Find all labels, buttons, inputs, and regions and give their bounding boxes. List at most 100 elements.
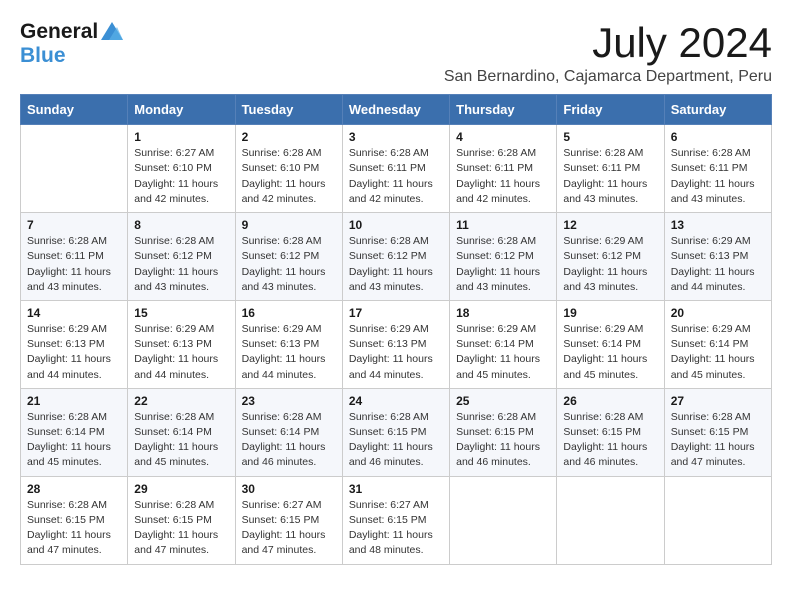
day-number: 30 xyxy=(242,482,336,496)
day-detail: Sunrise: 6:28 AM Sunset: 6:11 PM Dayligh… xyxy=(349,146,443,207)
day-number: 1 xyxy=(134,130,228,144)
day-number: 20 xyxy=(671,306,765,320)
calendar-cell xyxy=(21,125,128,213)
calendar-week-3: 14 Sunrise: 6:29 AM Sunset: 6:13 PM Dayli… xyxy=(21,300,772,388)
day-number: 17 xyxy=(349,306,443,320)
day-number: 2 xyxy=(242,130,336,144)
calendar-week-5: 28 Sunrise: 6:28 AM Sunset: 6:15 PM Dayli… xyxy=(21,476,772,564)
calendar-cell: 4 Sunrise: 6:28 AM Sunset: 6:11 PM Daylig… xyxy=(450,125,557,213)
calendar-cell: 6 Sunrise: 6:28 AM Sunset: 6:11 PM Daylig… xyxy=(664,125,771,213)
day-number: 19 xyxy=(563,306,657,320)
calendar-cell xyxy=(450,476,557,564)
calendar-cell: 5 Sunrise: 6:28 AM Sunset: 6:11 PM Daylig… xyxy=(557,125,664,213)
day-detail: Sunrise: 6:28 AM Sunset: 6:15 PM Dayligh… xyxy=(27,498,121,559)
day-number: 8 xyxy=(134,218,228,232)
calendar-cell: 9Sunrise: 6:28 AM Sunset: 6:12 PM Daylig… xyxy=(235,213,342,301)
calendar-header-sunday: Sunday xyxy=(21,95,128,125)
calendar-cell: 31Sunrise: 6:27 AM Sunset: 6:15 PM Dayli… xyxy=(342,476,449,564)
day-detail: Sunrise: 6:28 AM Sunset: 6:11 PM Dayligh… xyxy=(671,146,765,207)
day-detail: Sunrise: 6:28 AM Sunset: 6:11 PM Dayligh… xyxy=(456,146,550,207)
title-section: July 2024 San Bernardino, Cajamarca Depa… xyxy=(444,20,772,86)
calendar-cell: 18 Sunrise: 6:29 AM Sunset: 6:14 PM Dayli… xyxy=(450,300,557,388)
day-number: 10 xyxy=(349,218,443,232)
calendar-header-friday: Friday xyxy=(557,95,664,125)
calendar-week-2: 7Sunrise: 6:28 AM Sunset: 6:11 PM Daylig… xyxy=(21,213,772,301)
day-detail: Sunrise: 6:28 AM Sunset: 6:14 PM Dayligh… xyxy=(27,410,121,471)
calendar-cell: 13Sunrise: 6:29 AM Sunset: 6:13 PM Dayli… xyxy=(664,213,771,301)
calendar-cell: 24Sunrise: 6:28 AM Sunset: 6:15 PM Dayli… xyxy=(342,388,449,476)
calendar-cell: 20Sunrise: 6:29 AM Sunset: 6:14 PM Dayli… xyxy=(664,300,771,388)
logo-general-text: General xyxy=(20,20,98,44)
day-number: 24 xyxy=(349,394,443,408)
day-number: 25 xyxy=(456,394,550,408)
calendar-cell: 3 Sunrise: 6:28 AM Sunset: 6:11 PM Daylig… xyxy=(342,125,449,213)
calendar-cell: 30 Sunrise: 6:27 AM Sunset: 6:15 PM Dayli… xyxy=(235,476,342,564)
day-detail: Sunrise: 6:29 AM Sunset: 6:14 PM Dayligh… xyxy=(563,322,657,383)
calendar-cell: 21Sunrise: 6:28 AM Sunset: 6:14 PM Dayli… xyxy=(21,388,128,476)
calendar-cell: 12Sunrise: 6:29 AM Sunset: 6:12 PM Dayli… xyxy=(557,213,664,301)
logo-bird-icon xyxy=(101,22,123,40)
day-detail: Sunrise: 6:28 AM Sunset: 6:12 PM Dayligh… xyxy=(134,234,228,295)
calendar-header-row: SundayMondayTuesdayWednesdayThursdayFrid… xyxy=(21,95,772,125)
day-detail: Sunrise: 6:29 AM Sunset: 6:12 PM Dayligh… xyxy=(563,234,657,295)
calendar-cell: 8 Sunrise: 6:28 AM Sunset: 6:12 PM Daylig… xyxy=(128,213,235,301)
calendar-cell: 14 Sunrise: 6:29 AM Sunset: 6:13 PM Dayli… xyxy=(21,300,128,388)
day-number: 16 xyxy=(242,306,336,320)
day-number: 29 xyxy=(134,482,228,496)
page-title: July 2024 xyxy=(444,20,772,66)
day-detail: Sunrise: 6:27 AM Sunset: 6:15 PM Dayligh… xyxy=(242,498,336,559)
day-detail: Sunrise: 6:27 AM Sunset: 6:10 PM Dayligh… xyxy=(134,146,228,207)
calendar-cell: 22 Sunrise: 6:28 AM Sunset: 6:14 PM Dayli… xyxy=(128,388,235,476)
day-number: 26 xyxy=(563,394,657,408)
logo: General Blue xyxy=(20,20,123,68)
day-number: 31 xyxy=(349,482,443,496)
day-number: 14 xyxy=(27,306,121,320)
calendar-week-4: 21Sunrise: 6:28 AM Sunset: 6:14 PM Dayli… xyxy=(21,388,772,476)
page-subtitle: San Bernardino, Cajamarca Department, Pe… xyxy=(444,68,772,86)
day-detail: Sunrise: 6:28 AM Sunset: 6:15 PM Dayligh… xyxy=(563,410,657,471)
calendar-header-saturday: Saturday xyxy=(664,95,771,125)
day-number: 18 xyxy=(456,306,550,320)
header: General Blue July 2024 San Bernardino, C… xyxy=(20,20,772,86)
calendar-cell: 15Sunrise: 6:29 AM Sunset: 6:13 PM Dayli… xyxy=(128,300,235,388)
calendar-cell: 7Sunrise: 6:28 AM Sunset: 6:11 PM Daylig… xyxy=(21,213,128,301)
calendar-table: SundayMondayTuesdayWednesdayThursdayFrid… xyxy=(20,94,772,564)
day-number: 6 xyxy=(671,130,765,144)
day-detail: Sunrise: 6:28 AM Sunset: 6:12 PM Dayligh… xyxy=(242,234,336,295)
day-number: 28 xyxy=(27,482,121,496)
day-detail: Sunrise: 6:28 AM Sunset: 6:14 PM Dayligh… xyxy=(134,410,228,471)
day-number: 5 xyxy=(563,130,657,144)
calendar-cell: 29 Sunrise: 6:28 AM Sunset: 6:15 PM Dayli… xyxy=(128,476,235,564)
calendar-cell: 26 Sunrise: 6:28 AM Sunset: 6:15 PM Dayli… xyxy=(557,388,664,476)
calendar-header-tuesday: Tuesday xyxy=(235,95,342,125)
calendar-header-thursday: Thursday xyxy=(450,95,557,125)
calendar-header-monday: Monday xyxy=(128,95,235,125)
calendar-cell: 2 Sunrise: 6:28 AM Sunset: 6:10 PM Daylig… xyxy=(235,125,342,213)
day-detail: Sunrise: 6:28 AM Sunset: 6:12 PM Dayligh… xyxy=(456,234,550,295)
calendar-week-1: 1 Sunrise: 6:27 AM Sunset: 6:10 PM Daylig… xyxy=(21,125,772,213)
calendar-cell: 19 Sunrise: 6:29 AM Sunset: 6:14 PM Dayli… xyxy=(557,300,664,388)
logo-blue-text: Blue xyxy=(20,44,66,67)
calendar-cell: 25Sunrise: 6:28 AM Sunset: 6:15 PM Dayli… xyxy=(450,388,557,476)
day-number: 3 xyxy=(349,130,443,144)
day-detail: Sunrise: 6:29 AM Sunset: 6:13 PM Dayligh… xyxy=(671,234,765,295)
day-detail: Sunrise: 6:28 AM Sunset: 6:12 PM Dayligh… xyxy=(349,234,443,295)
day-detail: Sunrise: 6:28 AM Sunset: 6:15 PM Dayligh… xyxy=(671,410,765,471)
calendar-cell: 28 Sunrise: 6:28 AM Sunset: 6:15 PM Dayli… xyxy=(21,476,128,564)
day-detail: Sunrise: 6:28 AM Sunset: 6:11 PM Dayligh… xyxy=(27,234,121,295)
calendar-cell: 27 Sunrise: 6:28 AM Sunset: 6:15 PM Dayli… xyxy=(664,388,771,476)
day-detail: Sunrise: 6:29 AM Sunset: 6:13 PM Dayligh… xyxy=(242,322,336,383)
day-detail: Sunrise: 6:28 AM Sunset: 6:11 PM Dayligh… xyxy=(563,146,657,207)
calendar-cell xyxy=(664,476,771,564)
day-number: 22 xyxy=(134,394,228,408)
calendar-header-wednesday: Wednesday xyxy=(342,95,449,125)
calendar-cell xyxy=(557,476,664,564)
day-number: 23 xyxy=(242,394,336,408)
day-number: 4 xyxy=(456,130,550,144)
calendar-cell: 10 Sunrise: 6:28 AM Sunset: 6:12 PM Dayli… xyxy=(342,213,449,301)
day-detail: Sunrise: 6:28 AM Sunset: 6:15 PM Dayligh… xyxy=(134,498,228,559)
day-number: 27 xyxy=(671,394,765,408)
day-detail: Sunrise: 6:28 AM Sunset: 6:10 PM Dayligh… xyxy=(242,146,336,207)
day-detail: Sunrise: 6:29 AM Sunset: 6:13 PM Dayligh… xyxy=(27,322,121,383)
day-detail: Sunrise: 6:29 AM Sunset: 6:14 PM Dayligh… xyxy=(456,322,550,383)
